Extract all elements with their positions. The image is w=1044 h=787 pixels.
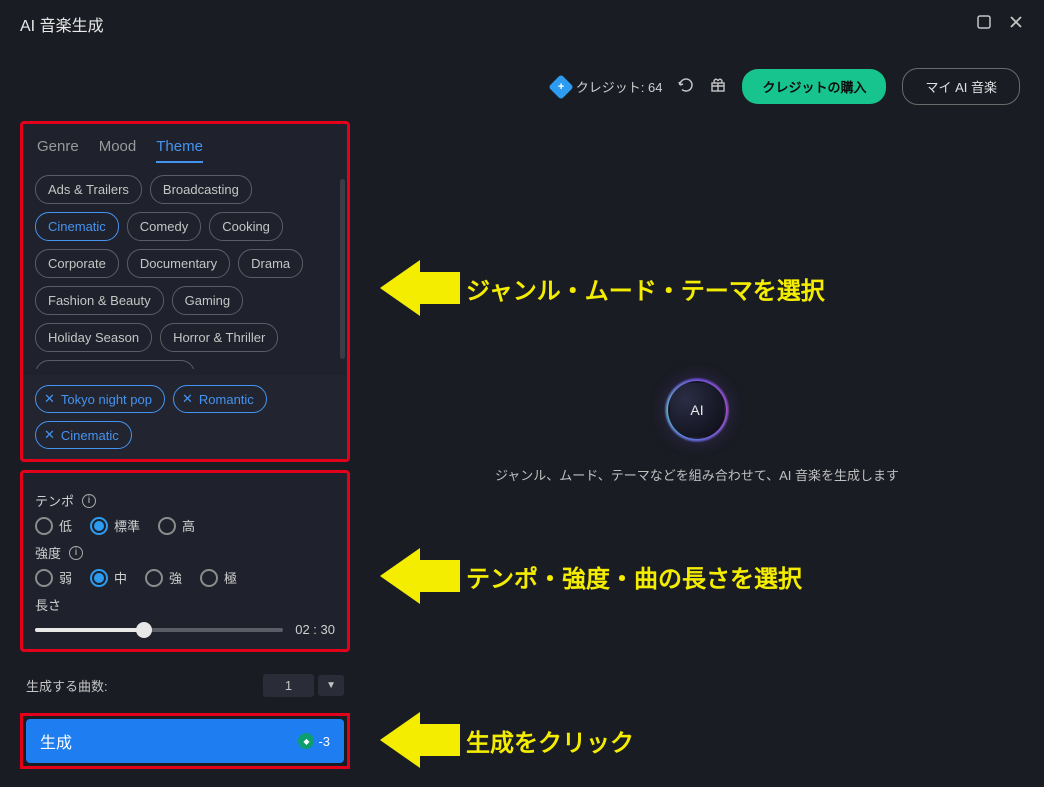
callout-2: テンポ・強度・曲の長さを選択	[380, 548, 802, 604]
tempo-high[interactable]: 高	[158, 516, 195, 535]
ai-logo-icon: AI	[668, 381, 726, 439]
chip-broadcasting[interactable]: Broadcasting	[150, 175, 252, 204]
count-dropdown-icon[interactable]: ▼	[318, 675, 344, 696]
maximize-icon[interactable]	[976, 14, 992, 35]
generate-button[interactable]: 生成 -3	[26, 719, 344, 763]
toolbar: クレジット: 64 クレジットの購入 マイ AI 音楽	[0, 48, 1044, 121]
intensity-medium[interactable]: 中	[90, 568, 127, 587]
remove-icon[interactable]: ✕	[44, 427, 55, 443]
intensity-weak[interactable]: 弱	[35, 568, 72, 587]
chip-horror-thriller[interactable]: Horror & Thriller	[160, 323, 278, 352]
tempo-low[interactable]: 低	[35, 516, 72, 535]
help-text: ジャンル、ムード、テーマなどを組み合わせて、AI 音楽を生成します	[495, 465, 899, 484]
chip-documentary[interactable]: Documentary	[127, 249, 230, 278]
count-label: 生成する曲数:	[26, 676, 108, 695]
intensity-strong[interactable]: 強	[145, 568, 182, 587]
chip-ads-trailers[interactable]: Ads & Trailers	[35, 175, 142, 204]
slider-thumb[interactable]	[136, 622, 152, 638]
count-row: 生成する曲数: 1 ▼	[20, 660, 350, 705]
window-title: AI 音楽生成	[20, 12, 104, 36]
chip-fashion-beauty[interactable]: Fashion & Beauty	[35, 286, 164, 315]
credit-badge: クレジット: 64	[552, 77, 663, 96]
chip-motivational[interactable]: Motivational & Inspiring	[35, 360, 195, 369]
count-value[interactable]: 1	[263, 674, 314, 697]
credit-label: クレジット: 64	[576, 77, 663, 96]
info-icon[interactable]: i	[82, 494, 96, 508]
tab-genre[interactable]: Genre	[37, 138, 79, 163]
scrollbar[interactable]	[340, 179, 345, 359]
generate-panel: 生成 -3	[20, 713, 350, 769]
remove-icon[interactable]: ✕	[44, 391, 55, 407]
tempo-radios: 低 標準 高	[35, 516, 335, 535]
length-slider[interactable]	[35, 628, 283, 632]
tempo-label: テンポ	[35, 491, 74, 510]
selected-chip-romantic[interactable]: ✕ Romantic	[173, 385, 267, 413]
selected-chip-label: Romantic	[199, 392, 254, 407]
selected-chips: ✕ Tokyo night pop ✕ Romantic ✕ Cinematic	[23, 375, 347, 459]
chip-gaming[interactable]: Gaming	[172, 286, 244, 315]
refresh-icon[interactable]	[678, 77, 694, 97]
my-ai-music-button[interactable]: マイ AI 音楽	[902, 68, 1020, 105]
remove-icon[interactable]: ✕	[182, 391, 193, 407]
preview-area: AI ジャンル、ムード、テーマなどを組み合わせて、AI 音楽を生成します	[370, 121, 1024, 769]
length-value: 02 : 30	[295, 622, 335, 637]
arrow-left-icon	[380, 548, 460, 604]
credit-diamond-icon	[548, 74, 573, 99]
selected-chip-label: Cinematic	[61, 428, 119, 443]
credit-cost-icon	[298, 733, 314, 749]
buy-credits-button[interactable]: クレジットの購入	[742, 69, 886, 104]
tab-theme[interactable]: Theme	[156, 138, 203, 163]
selected-chip-label: Tokyo night pop	[61, 392, 152, 407]
intensity-radios: 弱 中 強 極	[35, 568, 335, 587]
callout-3: 生成をクリック	[380, 712, 634, 768]
chip-list: Ads & Trailers Broadcasting Cinematic Co…	[35, 175, 333, 369]
chip-cooking[interactable]: Cooking	[209, 212, 283, 241]
window-controls	[976, 14, 1024, 35]
close-icon[interactable]	[1008, 14, 1024, 35]
chip-holiday-season[interactable]: Holiday Season	[35, 323, 152, 352]
gift-icon[interactable]	[710, 77, 726, 97]
generate-cost: -3	[298, 733, 330, 749]
chip-cinematic[interactable]: Cinematic	[35, 212, 119, 241]
length-label: 長さ	[35, 595, 61, 614]
tab-mood[interactable]: Mood	[99, 138, 137, 163]
intensity-extreme[interactable]: 極	[200, 568, 237, 587]
intensity-label: 強度	[35, 543, 61, 562]
callout-1: ジャンル・ムード・テーマを選択	[380, 260, 825, 316]
arrow-left-icon	[380, 712, 460, 768]
arrow-left-icon	[380, 260, 460, 316]
tabs: Genre Mood Theme	[23, 124, 347, 169]
sidebar: Genre Mood Theme Ads & Trailers Broadcas…	[20, 121, 350, 769]
tempo-standard[interactable]: 標準	[90, 516, 140, 535]
chip-comedy[interactable]: Comedy	[127, 212, 201, 241]
selected-chip-tokyo[interactable]: ✕ Tokyo night pop	[35, 385, 165, 413]
selected-chip-cinematic[interactable]: ✕ Cinematic	[35, 421, 132, 449]
generate-label: 生成	[40, 729, 72, 753]
chip-drama[interactable]: Drama	[238, 249, 303, 278]
info-icon[interactable]: i	[69, 546, 83, 560]
category-panel: Genre Mood Theme Ads & Trailers Broadcas…	[20, 121, 350, 462]
titlebar: AI 音楽生成	[0, 0, 1044, 48]
chip-corporate[interactable]: Corporate	[35, 249, 119, 278]
settings-panel: テンポ i 低 標準 高 強度 i 弱 中 強 極 長さ	[20, 470, 350, 652]
